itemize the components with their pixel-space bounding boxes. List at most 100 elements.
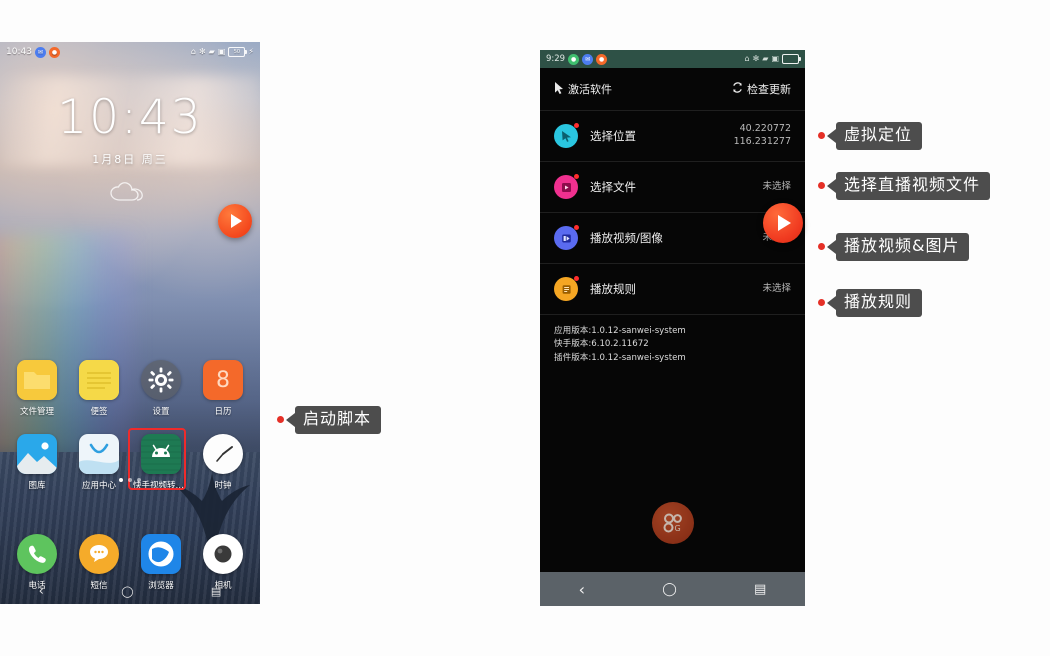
- version-info: 应用版本:1.0.12-sanwei-system 快手版本:6.10.2.11…: [540, 315, 805, 365]
- row-value: 未选择: [762, 282, 791, 294]
- callout-start-script: 启动脚本: [277, 406, 382, 434]
- back-icon[interactable]: ‹: [579, 580, 585, 599]
- callout-tail: [286, 412, 295, 427]
- callout-dot: [818, 299, 825, 307]
- folder-icon: [17, 360, 57, 400]
- callout-play-rules: 播放规则: [818, 289, 923, 317]
- globe-icon: [141, 534, 181, 574]
- clock-date: 1月8日 周三: [92, 153, 168, 166]
- callout-virtual-location: 虚拟定位: [818, 122, 923, 150]
- page-dot[interactable]: [119, 478, 123, 482]
- left-status-time: 10:43: [6, 47, 32, 57]
- recents-icon[interactable]: ▤: [211, 585, 221, 598]
- left-floating-play-button[interactable]: [218, 204, 252, 238]
- app-label: 设置: [152, 407, 170, 417]
- calendar-icon: 8: [203, 360, 243, 400]
- right-phone-screen: 9:29 ● ✉ ● ⌂ ✻ ▰ ▣ 激活软件 检查更新 选择位置 40.220…: [540, 50, 805, 606]
- play-icon: [778, 215, 791, 231]
- rules-icon: [554, 276, 579, 301]
- app-kuaishou-video-converter[interactable]: 快手视频转换...: [128, 428, 189, 491]
- callout-tail: [827, 239, 836, 254]
- right-status-time: 9:29: [546, 54, 566, 64]
- bluetooth-icon: ✻: [752, 54, 760, 63]
- app-version-text: 应用版本:1.0.12-sanwei-system: [554, 326, 686, 336]
- callout-tail: [827, 178, 836, 193]
- app-settings[interactable]: 设置: [133, 360, 189, 417]
- clock-time: 10:43: [57, 90, 203, 145]
- left-status-left-icons: 10:43 ✉ ●: [6, 46, 60, 58]
- right-status-left-icons: 9:29 ● ✉ ●: [546, 53, 608, 65]
- svg-text:G: G: [674, 524, 680, 533]
- row-label: 播放视频/图像: [590, 231, 663, 245]
- left-nav-bar: ‹ ◯ ▤: [0, 578, 260, 604]
- sim-icon: ▣: [771, 54, 779, 63]
- row-label: 选择文件: [590, 180, 636, 194]
- callout-label: 播放视频&图片: [836, 233, 970, 261]
- app-app-center[interactable]: 应用中心: [71, 434, 127, 491]
- right-nav-bar: ‹ ◯ ▤: [540, 572, 805, 606]
- page-dot[interactable]: [128, 478, 132, 482]
- gallery-icon: [17, 434, 57, 474]
- screenshot-canvas: 10:43 ✉ ● ⌂ ✻ ▰ ▣ 50 ⚡ 10:43 1月8日 周三 文件管…: [0, 0, 1050, 656]
- play-icon: [231, 214, 242, 228]
- app-gallery[interactable]: 图库: [9, 434, 65, 491]
- page-indicator: [0, 478, 260, 482]
- app-clock[interactable]: 时钟: [195, 434, 251, 491]
- wifi-icon: ▰: [208, 47, 215, 56]
- plugin-version-text: 插件版本:1.0.12-sanwei-system: [554, 352, 686, 363]
- orange-badge-icon: ●: [48, 46, 60, 58]
- right-status-right-icons: ⌂ ✻ ▰ ▣: [744, 54, 801, 64]
- calendar-day-number: 8: [216, 367, 230, 393]
- row-value: 未选择: [762, 180, 791, 192]
- row-play-rules[interactable]: 播放规则 未选择: [540, 263, 805, 314]
- recents-icon[interactable]: ▤: [754, 582, 766, 597]
- activate-software-label: 激活软件: [568, 83, 612, 96]
- message-badge-icon: ✉: [582, 53, 594, 65]
- check-update-button[interactable]: 检查更新: [732, 81, 791, 97]
- right-app-header: 激活软件 检查更新: [540, 68, 805, 110]
- file-video-icon: [554, 174, 579, 199]
- clock-widget[interactable]: 10:43 1月8日 周三: [0, 94, 260, 209]
- left-status-bar: 10:43 ✉ ● ⌂ ✻ ▰ ▣ 50 ⚡: [0, 42, 260, 62]
- callout-label: 播放规则: [836, 289, 923, 317]
- wallpaper-rainbow: [0, 233, 136, 458]
- message-icon: [79, 534, 119, 574]
- message-badge-icon: ✉: [34, 46, 46, 58]
- location-cursor-icon: [554, 123, 579, 148]
- app-calendar[interactable]: 8 日历: [195, 360, 251, 417]
- callout-dot: [818, 182, 825, 190]
- home-icon[interactable]: ◯: [121, 585, 133, 598]
- row-select-file[interactable]: 选择文件 未选择: [540, 161, 805, 212]
- battery-icon: [782, 54, 801, 64]
- bluetooth-icon: ✻: [198, 47, 206, 56]
- battery-icon: 50: [228, 47, 248, 57]
- row-label: 选择位置: [590, 129, 636, 143]
- check-update-label: 检查更新: [747, 83, 791, 96]
- app-notes[interactable]: 便签: [71, 360, 127, 417]
- page-dot[interactable]: [137, 478, 141, 482]
- left-status-right-icons: ⌂ ✻ ▰ ▣ 50 ⚡: [191, 47, 254, 57]
- cursor-icon: [554, 81, 564, 97]
- callout-dot: [277, 416, 284, 424]
- refresh-icon: [732, 82, 743, 96]
- app-label: 便签: [90, 407, 108, 417]
- app-label: 文件管理: [19, 407, 54, 417]
- right-status-bar: 9:29 ● ✉ ● ⌂ ✻ ▰ ▣: [540, 50, 805, 68]
- callout-label: 虚拟定位: [836, 122, 923, 150]
- callout-label: 启动脚本: [295, 406, 382, 434]
- notes-icon: [79, 360, 119, 400]
- app-file-manager[interactable]: 文件管理: [9, 360, 65, 417]
- home-icon: ⌂: [744, 54, 750, 63]
- left-phone-screen: 10:43 ✉ ● ⌂ ✻ ▰ ▣ 50 ⚡ 10:43 1月8日 周三 文件管…: [0, 42, 260, 604]
- camera-icon: [203, 534, 243, 574]
- kuaishou-version-text: 快手版本:6.10.2.11672: [554, 339, 649, 350]
- callout-label: 选择直播视频文件: [836, 172, 991, 200]
- back-icon[interactable]: ‹: [39, 584, 44, 599]
- row-select-location[interactable]: 选择位置 40.220772 116.231277: [540, 110, 805, 161]
- activate-software-button[interactable]: 激活软件: [554, 81, 612, 97]
- right-floating-play-button[interactable]: [763, 203, 803, 243]
- notification-dot: [574, 174, 579, 179]
- orange-badge-icon: ●: [596, 53, 608, 65]
- home-icon[interactable]: ◯: [662, 582, 677, 597]
- row-value: 40.220772 116.231277: [733, 123, 791, 147]
